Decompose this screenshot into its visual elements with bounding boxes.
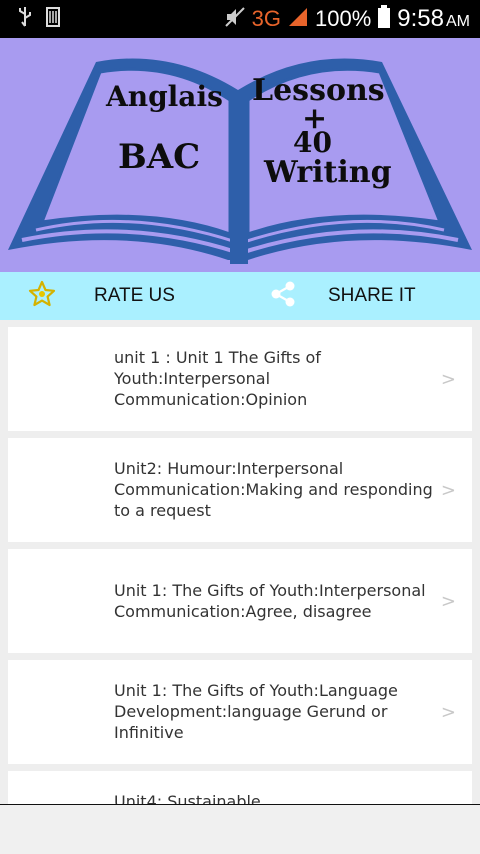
bottom-area (0, 805, 480, 854)
usb-icon (18, 6, 32, 32)
action-bar: RATE US SHARE IT (0, 272, 480, 320)
share-it-button[interactable]: SHARE IT (268, 272, 416, 320)
lesson-title: unit 1 : Unit 1 The Gifts of Youth:Inter… (114, 348, 321, 409)
network-type: 3G (251, 6, 281, 31)
sim-icon (46, 7, 60, 31)
status-bar: 3G 100% 9:58 AM (0, 0, 480, 38)
open-book-icon: Anglais BAC Lessons + 40 Writing (8, 58, 472, 264)
share-it-label: SHARE IT (328, 285, 416, 306)
signal-icon (287, 6, 309, 32)
lesson-item[interactable]: Unit2: Humour:Interpersonal Communicatio… (8, 438, 472, 542)
rate-us-label: RATE US (94, 285, 175, 306)
chevron-right-icon: > (440, 591, 456, 612)
lesson-title: Unit4: Sustainable (114, 792, 261, 804)
lesson-item[interactable]: Unit 1: The Gifts of Youth:Interpersonal… (8, 549, 472, 653)
rate-us-button[interactable]: RATE US (28, 272, 175, 320)
mute-icon (224, 6, 246, 32)
lesson-title: Unit 1: The Gifts of Youth:Interpersonal… (114, 581, 426, 621)
battery-icon (377, 5, 391, 33)
lesson-title: Unit2: Humour:Interpersonal Communicatio… (114, 459, 433, 520)
share-icon (268, 279, 298, 313)
lessons-list[interactable]: unit 1 : Unit 1 The Gifts of Youth:Inter… (0, 320, 480, 804)
banner-text-writing: Writing (263, 155, 392, 190)
app-banner: Anglais BAC Lessons + 40 Writing (0, 38, 480, 272)
chevron-right-icon: > (440, 480, 456, 501)
battery-percent: 100% (315, 6, 372, 31)
lesson-title: Unit 1: The Gifts of Youth:Language Deve… (114, 681, 398, 742)
lesson-item[interactable]: Unit 1: The Gifts of Youth:Language Deve… (8, 660, 472, 764)
banner-text-anglais: Anglais (105, 80, 223, 113)
star-icon (28, 280, 56, 312)
lesson-item[interactable]: unit 1 : Unit 1 The Gifts of Youth:Inter… (8, 327, 472, 431)
banner-text-bac: BAC (118, 137, 200, 177)
chevron-right-icon: > (440, 369, 456, 390)
chevron-right-icon: > (440, 702, 456, 723)
clock: 9:58 (397, 5, 444, 32)
lesson-item[interactable]: Unit4: Sustainable (8, 771, 472, 804)
clock-ampm: AM (446, 13, 470, 30)
